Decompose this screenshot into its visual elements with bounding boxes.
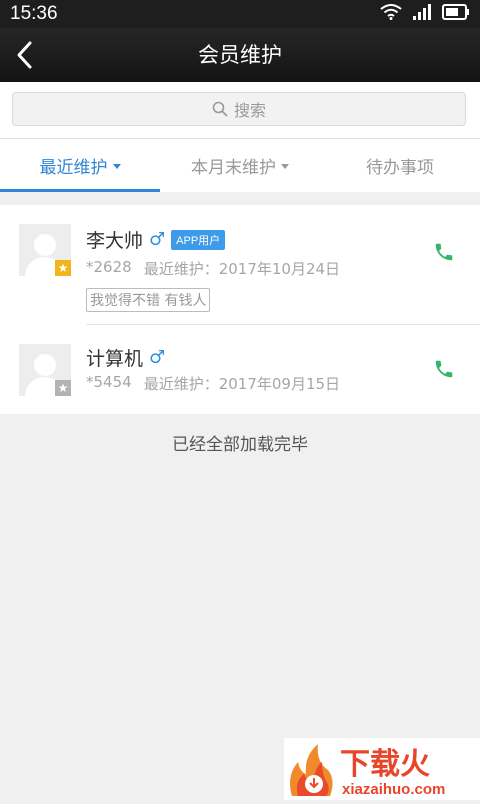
svg-text:下载火: 下载火 — [340, 747, 430, 782]
avatar: ★ — [19, 344, 71, 396]
tab-label: 最近维护 — [39, 158, 108, 178]
list-item[interactable]: ★ 李大帅 ♂ APP用户 *2628 最近维护：2017年10月24日 我觉得… — [0, 205, 480, 324]
tab-label: 本月末维护 — [191, 158, 276, 178]
star-icon: ★ — [55, 380, 71, 396]
male-icon: ♂ — [149, 229, 166, 250]
last-maintain-date: 2017年10月24日 — [218, 260, 341, 278]
wifi-icon — [380, 4, 402, 24]
last-maintain-date: 2017年09月15日 — [218, 375, 341, 393]
watermark-logo: 下载火 xiazaihuo.com — [284, 738, 480, 800]
load-complete-text: 已经全部加载完毕 — [172, 435, 308, 455]
last-maintain: 最近维护：2017年09月15日 — [144, 373, 340, 394]
chevron-left-icon — [17, 41, 32, 69]
page-title: 会员维护 — [198, 43, 282, 67]
app-header: 会员维护 — [0, 28, 480, 82]
status-time: 15:36 — [10, 3, 58, 24]
meta-line: *5454 最近维护：2017年09月15日 — [86, 373, 340, 394]
battery-icon — [442, 4, 470, 24]
call-button[interactable] — [432, 240, 456, 264]
phone-icon — [435, 360, 453, 378]
phone-tail: *2628 — [86, 258, 132, 276]
search-icon — [212, 101, 228, 117]
last-maintain-label: 最近维护： — [143, 260, 219, 278]
caret-down-icon — [112, 164, 121, 169]
name-line: 李大帅 ♂ APP用户 — [86, 226, 226, 253]
app-user-tag: APP用户 — [171, 229, 226, 250]
back-button[interactable] — [0, 28, 50, 82]
tab-bar: 最近维护 本月末维护 待办事项 — [0, 139, 480, 192]
customer-name: 计算机 — [86, 348, 144, 370]
tab-recent[interactable]: 最近维护 — [0, 139, 160, 192]
last-maintain-label: 最近维护： — [143, 375, 219, 393]
caret-down-icon — [281, 164, 289, 169]
status-icons — [380, 4, 470, 24]
list-item[interactable]: ★ 计算机 ♂ *5454 最近维护：2017年09月15日 — [0, 324, 480, 414]
search-area: 搜索 — [0, 82, 480, 139]
star-icon: ★ — [55, 260, 71, 276]
search-input[interactable]: 搜索 — [12, 92, 466, 126]
signal-icon — [412, 4, 432, 24]
customer-name: 李大帅 — [86, 230, 144, 252]
avatar: ★ — [19, 224, 71, 276]
status-bar: 15:36 — [0, 0, 480, 28]
male-icon: ♂ — [149, 347, 166, 368]
call-button[interactable] — [432, 357, 456, 381]
customer-list: ★ 李大帅 ♂ APP用户 *2628 最近维护：2017年10月24日 我觉得… — [0, 205, 480, 414]
phone-icon — [435, 243, 453, 261]
last-maintain: 最近维护：2017年10月24日 — [144, 258, 340, 279]
svg-text:xiazaihuo.com: xiazaihuo.com — [342, 781, 445, 798]
tab-label: 待办事项 — [366, 158, 434, 178]
note-tag: 我觉得不错 有钱人 — [86, 288, 211, 312]
tab-month-end[interactable]: 本月末维护 — [160, 139, 320, 192]
meta-line: *2628 最近维护：2017年10月24日 — [86, 258, 340, 279]
search-label: 搜索 — [233, 101, 266, 120]
name-line: 计算机 ♂ — [86, 344, 165, 371]
phone-tail: *5454 — [86, 373, 132, 391]
tab-todo[interactable]: 待办事项 — [320, 139, 480, 192]
